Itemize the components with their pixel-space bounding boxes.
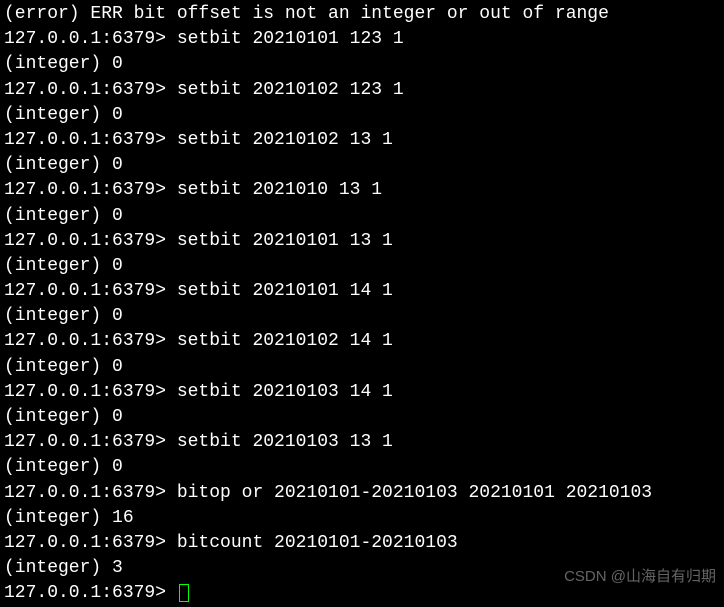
terminal-command-text: setbit 20210103 14 1	[177, 382, 393, 402]
terminal-output[interactable]: (error) ERR bit offset is not an integer…	[4, 2, 720, 607]
cursor-icon	[179, 584, 189, 602]
terminal-command-text: setbit 20210103 13 1	[177, 432, 393, 452]
terminal-output-line: (integer) 0	[4, 405, 720, 430]
terminal-command-line: 127.0.0.1:6379> setbit 20210102 14 1	[4, 329, 720, 354]
terminal-output-line: (integer) 16	[4, 506, 720, 531]
terminal-command-line: 127.0.0.1:6379> setbit 20210101 13 1	[4, 229, 720, 254]
terminal-command-line: 127.0.0.1:6379> setbit 20210101 123 1	[4, 27, 720, 52]
terminal-prompt: 127.0.0.1:6379>	[4, 80, 177, 100]
terminal-prompt: 127.0.0.1:6379>	[4, 130, 177, 150]
terminal-output-line: (integer) 0	[4, 52, 720, 77]
terminal-output-line: (integer) 0	[4, 455, 720, 480]
terminal-command-line: 127.0.0.1:6379> setbit 20210101 14 1	[4, 279, 720, 304]
terminal-error-line: (error) ERR bit offset is not an integer…	[4, 2, 720, 27]
terminal-output-line: (integer) 0	[4, 254, 720, 279]
terminal-output-line: (integer) 0	[4, 204, 720, 229]
terminal-output-line: (integer) 0	[4, 103, 720, 128]
terminal-prompt: 127.0.0.1:6379>	[4, 180, 177, 200]
terminal-output-line: (integer) 0	[4, 355, 720, 380]
terminal-prompt: 127.0.0.1:6379>	[4, 29, 177, 49]
terminal-command-text: bitop or 20210101-20210103 20210101 2021…	[177, 483, 652, 503]
terminal-command-text: setbit 2021010 13 1	[177, 180, 382, 200]
terminal-prompt: 127.0.0.1:6379>	[4, 432, 177, 452]
terminal-output-line: (integer) 0	[4, 304, 720, 329]
terminal-command-line: 127.0.0.1:6379> setbit 20210103 13 1	[4, 430, 720, 455]
terminal-command-line: 127.0.0.1:6379> setbit 20210102 13 1	[4, 128, 720, 153]
terminal-prompt: 127.0.0.1:6379>	[4, 533, 177, 553]
terminal-prompt: 127.0.0.1:6379>	[4, 331, 177, 351]
terminal-command-line: 127.0.0.1:6379> setbit 2021010 13 1	[4, 178, 720, 203]
terminal-prompt: 127.0.0.1:6379>	[4, 483, 177, 503]
terminal-command-line: 127.0.0.1:6379> setbit 20210102 123 1	[4, 78, 720, 103]
terminal-command-line: 127.0.0.1:6379> bitcount 20210101-202101…	[4, 531, 720, 556]
terminal-prompt: 127.0.0.1:6379>	[4, 583, 177, 603]
terminal-prompt: 127.0.0.1:6379>	[4, 382, 177, 402]
watermark-text: CSDN @山海自有归期	[564, 566, 716, 587]
terminal-command-text: setbit 20210101 13 1	[177, 231, 393, 251]
terminal-output-line: (integer) 0	[4, 153, 720, 178]
terminal-command-text: setbit 20210101 123 1	[177, 29, 404, 49]
terminal-command-text: setbit 20210102 14 1	[177, 331, 393, 351]
terminal-command-text: setbit 20210101 14 1	[177, 281, 393, 301]
terminal-prompt: 127.0.0.1:6379>	[4, 281, 177, 301]
terminal-command-text: setbit 20210102 123 1	[177, 80, 404, 100]
terminal-command-text: bitcount 20210101-20210103	[177, 533, 458, 553]
terminal-command-text: setbit 20210102 13 1	[177, 130, 393, 150]
terminal-prompt: 127.0.0.1:6379>	[4, 231, 177, 251]
terminal-command-line: 127.0.0.1:6379> setbit 20210103 14 1	[4, 380, 720, 405]
terminal-command-line: 127.0.0.1:6379> bitop or 20210101-202101…	[4, 481, 720, 506]
